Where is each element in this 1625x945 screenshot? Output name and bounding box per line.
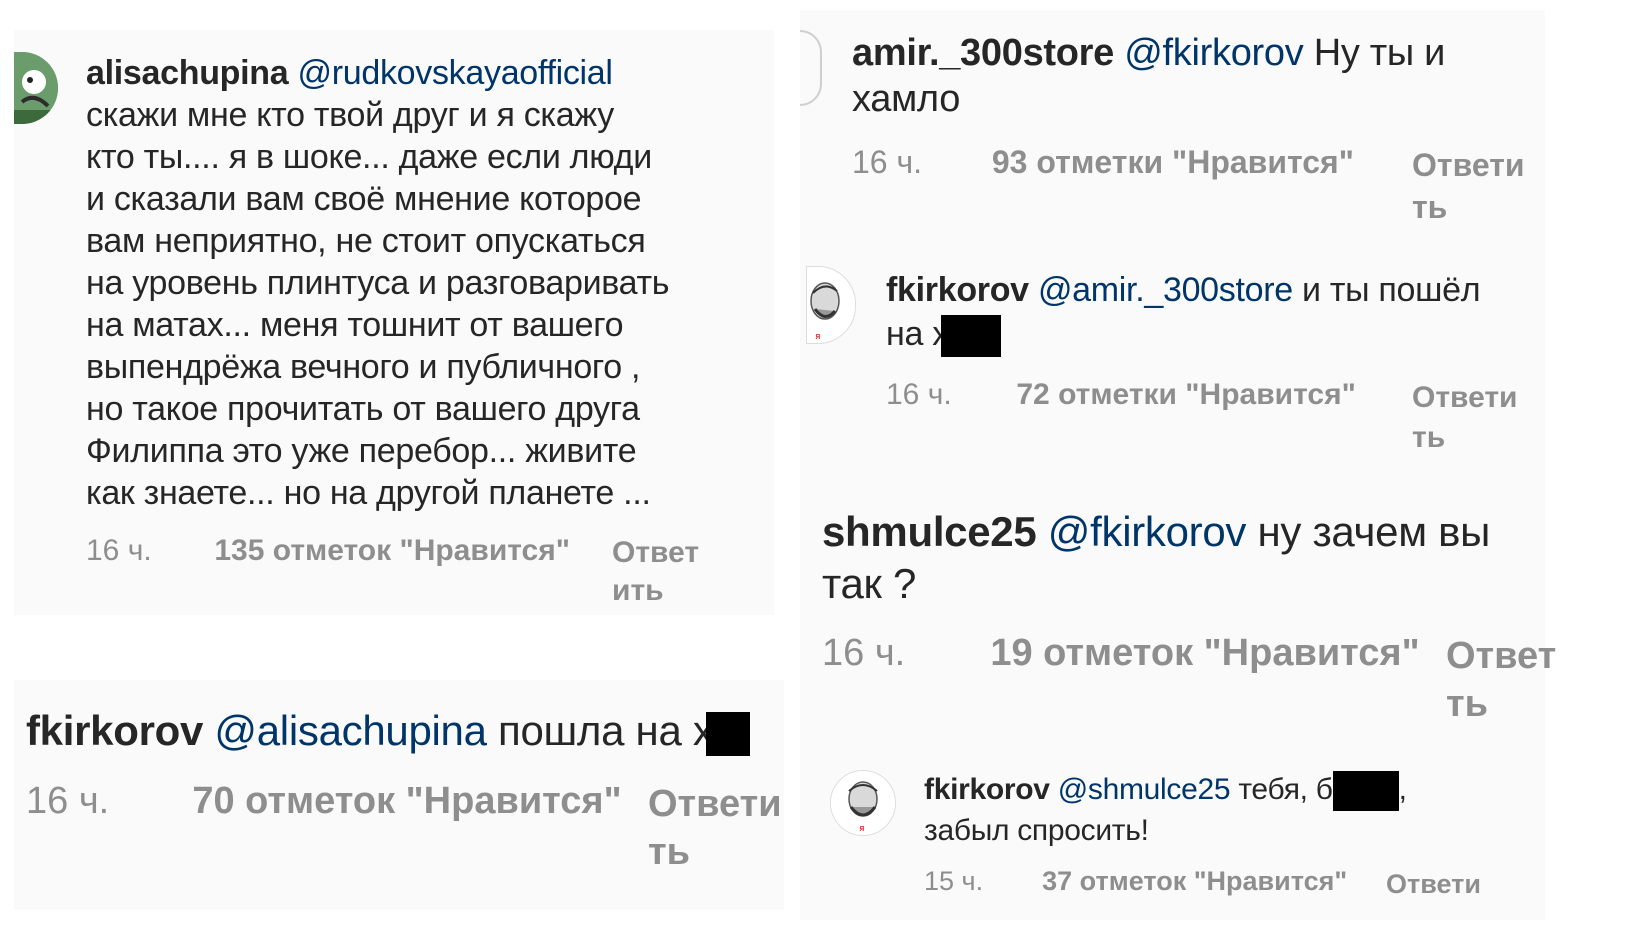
comment-text: Ну ты и [1313, 32, 1446, 74]
comment-body: fkirkorov @shmulce25 тебя, б, забыл спро… [924, 770, 1407, 851]
likes-count[interactable]: 135 отметок "Нравится" [214, 534, 570, 567]
username[interactable]: alisachupina [86, 54, 289, 92]
likes-count[interactable]: 72 отметки "Нравится" [1016, 378, 1355, 411]
comment-line: и сказали вам своё мнение которое [86, 180, 642, 218]
username[interactable]: shmulce25 [822, 508, 1037, 555]
comment-text: , [1398, 773, 1407, 806]
comment-text: так ? [822, 560, 917, 607]
redaction-box [940, 315, 1001, 358]
timestamp: 15 ч. [924, 866, 984, 896]
reply-label: ть [1412, 189, 1448, 225]
timestamp: 16 ч. [86, 534, 152, 567]
reply-label: ть [1412, 421, 1446, 454]
comment-line: на уровень плинтуса и разговаривать [86, 264, 670, 302]
redaction-box [1332, 771, 1399, 812]
redaction-box [705, 711, 750, 756]
comment-line: кто ты.... я в шоке... даже если люди [86, 138, 652, 176]
mention-link[interactable]: @fkirkorov [1048, 508, 1247, 555]
comment-meta: 16 ч. 70 отметок "Нравится" [26, 780, 622, 823]
reply-button[interactable]: Ответ ить [612, 534, 699, 610]
comment-text: пошла на х [498, 707, 714, 754]
reply-label: Ответи [1412, 381, 1518, 414]
reply-label: ть [1446, 683, 1488, 725]
mention-link[interactable]: @fkirkorov [1124, 32, 1303, 74]
reply-button[interactable]: Ответи [1386, 866, 1481, 902]
reply-label: ить [612, 574, 664, 607]
comment-line: выпендрёжа вечного и публичного , [86, 348, 641, 386]
comment-line: вам неприятно, не стоит опускаться [86, 222, 646, 260]
comment-text: забыл спросить! [924, 814, 1149, 848]
username[interactable]: fkirkorov [886, 271, 1029, 309]
comment-line: но такое прочитать от вашего друга [86, 390, 640, 428]
comment-meta: 16 ч. 135 отметок "Нравится" [86, 534, 570, 568]
avatar-portrait-icon: я [831, 771, 895, 835]
avatar[interactable]: я [830, 770, 896, 836]
comment-meta: 16 ч. 93 отметки "Нравится" [852, 144, 1354, 181]
reply-button[interactable]: Ответ ть [1446, 632, 1556, 728]
comment-text: ну зачем вы [1257, 508, 1491, 555]
svg-text:я: я [859, 824, 864, 834]
reply-label: ть [648, 831, 690, 873]
likes-count[interactable]: 19 отметок "Нравится" [990, 632, 1419, 674]
likes-count[interactable]: 93 отметки "Нравится" [992, 144, 1354, 180]
comment-line: скажи мне кто твой друг и я скажу [86, 96, 614, 134]
avatar[interactable] [800, 30, 822, 106]
reply-label: Ответи [648, 783, 782, 825]
comment-line: как знаете... но на другой планете ... [86, 474, 651, 512]
reply-label: Ответ [1446, 635, 1557, 677]
comment-text: на х [886, 315, 949, 353]
comment-line: на матах... меня тошнит от вашего [86, 306, 624, 344]
comment-meta: 15 ч. 37 отметок "Нравится" [924, 866, 1347, 897]
mention-link[interactable]: @rudkovskayaofficial [298, 54, 613, 92]
svg-text:я: я [815, 332, 820, 342]
comment-text: хамло [852, 78, 961, 120]
timestamp: 16 ч. [886, 378, 952, 411]
comment-meta: 16 ч. 19 отметок "Нравится" [822, 632, 1420, 675]
reply-button[interactable]: Ответи ть [1412, 378, 1518, 458]
timestamp: 16 ч. [822, 632, 906, 674]
mention-link[interactable]: @alisachupina [214, 707, 487, 754]
comment-body: fkirkorov @amir._300store и ты пошёл на … [886, 268, 1481, 358]
comment-body: amir._300store @fkirkorov Ну ты и хамло [852, 30, 1445, 122]
reply-button[interactable]: Ответи ть [648, 780, 782, 876]
comment-meta: 16 ч. 72 отметки "Нравится" [886, 378, 1356, 412]
username[interactable]: amir._300store [852, 32, 1114, 74]
username[interactable]: fkirkorov [924, 773, 1050, 806]
reply-button[interactable]: Ответи ть [1412, 144, 1525, 228]
likes-count[interactable]: 70 отметок "Нравится" [192, 780, 621, 822]
reply-label: Ответ [612, 536, 700, 569]
mention-link[interactable]: @shmulce25 [1058, 773, 1231, 806]
timestamp: 16 ч. [852, 144, 923, 180]
reply-label: Ответи [1386, 869, 1481, 899]
timestamp: 16 ч. [26, 780, 110, 822]
comment-body: shmulce25 @fkirkorov ну зачем вы так ? [822, 506, 1490, 610]
mention-link[interactable]: @amir._300store [1038, 271, 1293, 309]
comment-text: и ты пошёл [1302, 271, 1481, 309]
username[interactable]: fkirkorov [26, 707, 203, 754]
comment-body: fkirkorov @alisachupina пошла на х [26, 706, 750, 756]
likes-count[interactable]: 37 отметок "Нравится" [1042, 866, 1347, 896]
comment-body: alisachupina @rudkovskayaofficial скажи … [86, 52, 670, 514]
reply-label: Ответи [1412, 147, 1525, 183]
comment-text: тебя, б [1238, 773, 1333, 806]
comment-line: Филиппа это уже перебор... живите [86, 432, 637, 470]
